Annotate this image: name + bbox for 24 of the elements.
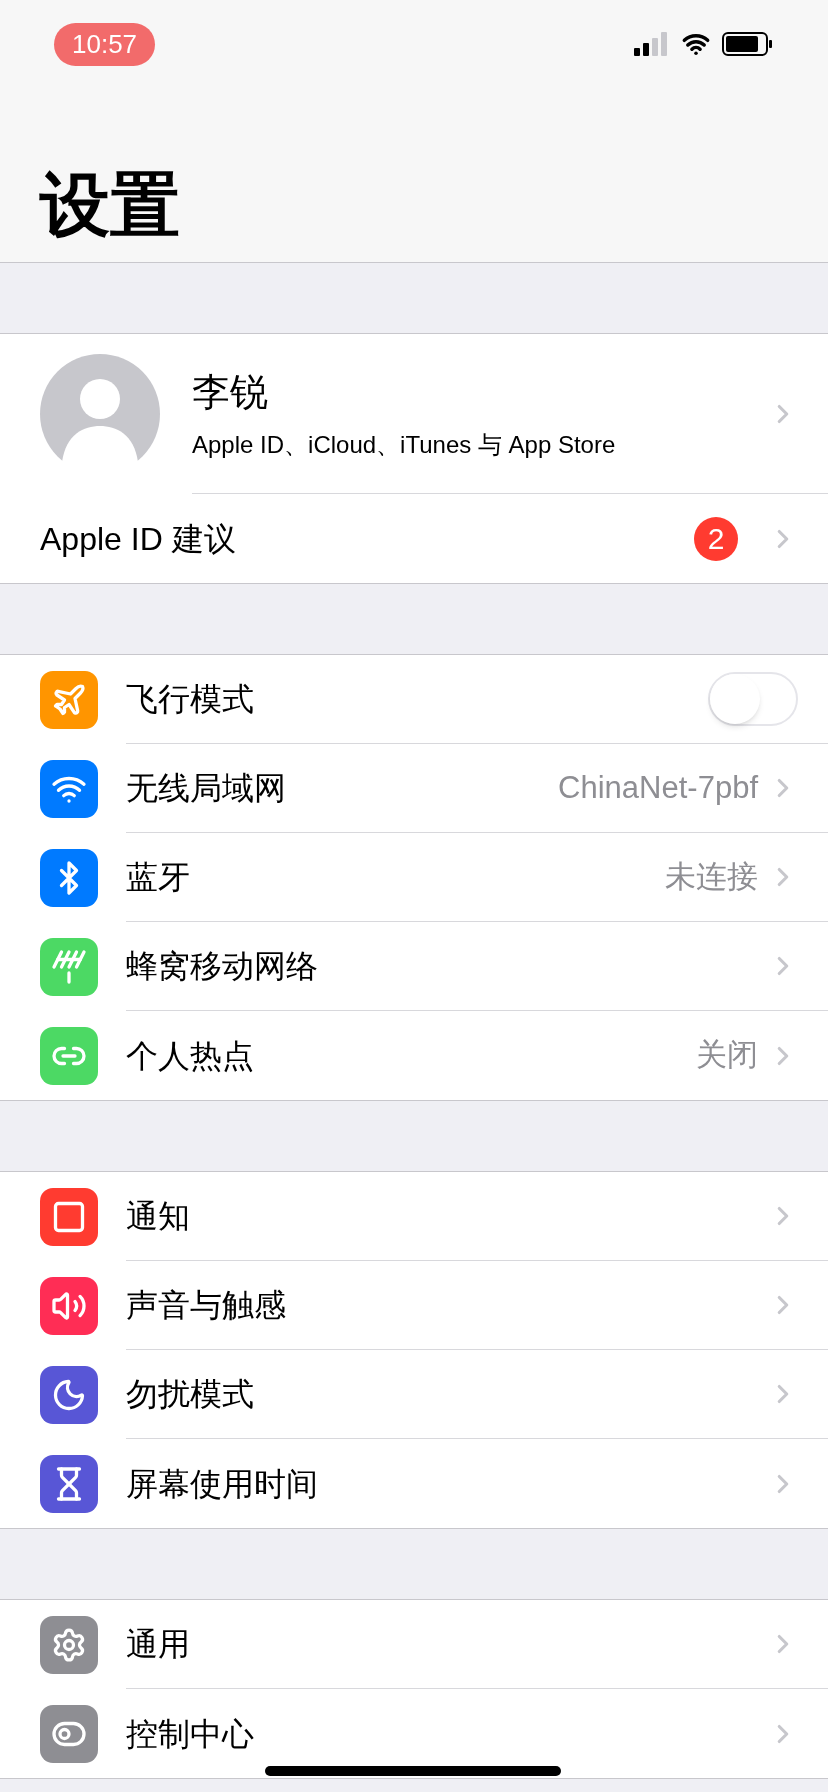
setting-label[interactable]: 通知 — [126, 1192, 768, 1240]
signal-icon — [634, 32, 670, 56]
setting-label[interactable]: 个人热点 — [126, 1031, 696, 1080]
setting-label[interactable]: 声音与触感 — [126, 1281, 768, 1329]
profile-name[interactable]: 李锐 — [192, 364, 768, 421]
setting-label[interactable]: Apple ID 建议 — [40, 514, 694, 563]
setting-label[interactable]: 勿扰模式 — [126, 1370, 768, 1418]
setting-label[interactable]: 无线局域网 — [126, 764, 559, 812]
setting-value: 关闭 — [696, 1036, 758, 1075]
toggle-switch[interactable] — [708, 672, 798, 726]
avatar-icon[interactable] — [40, 354, 160, 474]
notification-badge: 2 — [694, 516, 738, 561]
setting-label[interactable]: 通用 — [126, 1620, 768, 1668]
setting-label[interactable]: 蓝牙 — [126, 853, 665, 901]
setting-value: 未连接 — [665, 857, 758, 896]
setting-value: ChinaNet-7pbf — [558, 768, 758, 807]
setting-label[interactable]: 飞行模式 — [126, 675, 708, 723]
page-title: 设置 — [38, 165, 181, 246]
setting-label[interactable]: 控制中心 — [126, 1709, 768, 1758]
setting-label[interactable]: 屏幕使用时间 — [126, 1459, 768, 1508]
setting-label[interactable]: 蜂窝移动网络 — [126, 942, 768, 990]
battery-icon — [722, 32, 774, 56]
profile-subtitle: Apple ID、iCloud、iTunes 与 App Store — [192, 430, 617, 460]
status-time: 10:57 — [54, 22, 156, 66]
